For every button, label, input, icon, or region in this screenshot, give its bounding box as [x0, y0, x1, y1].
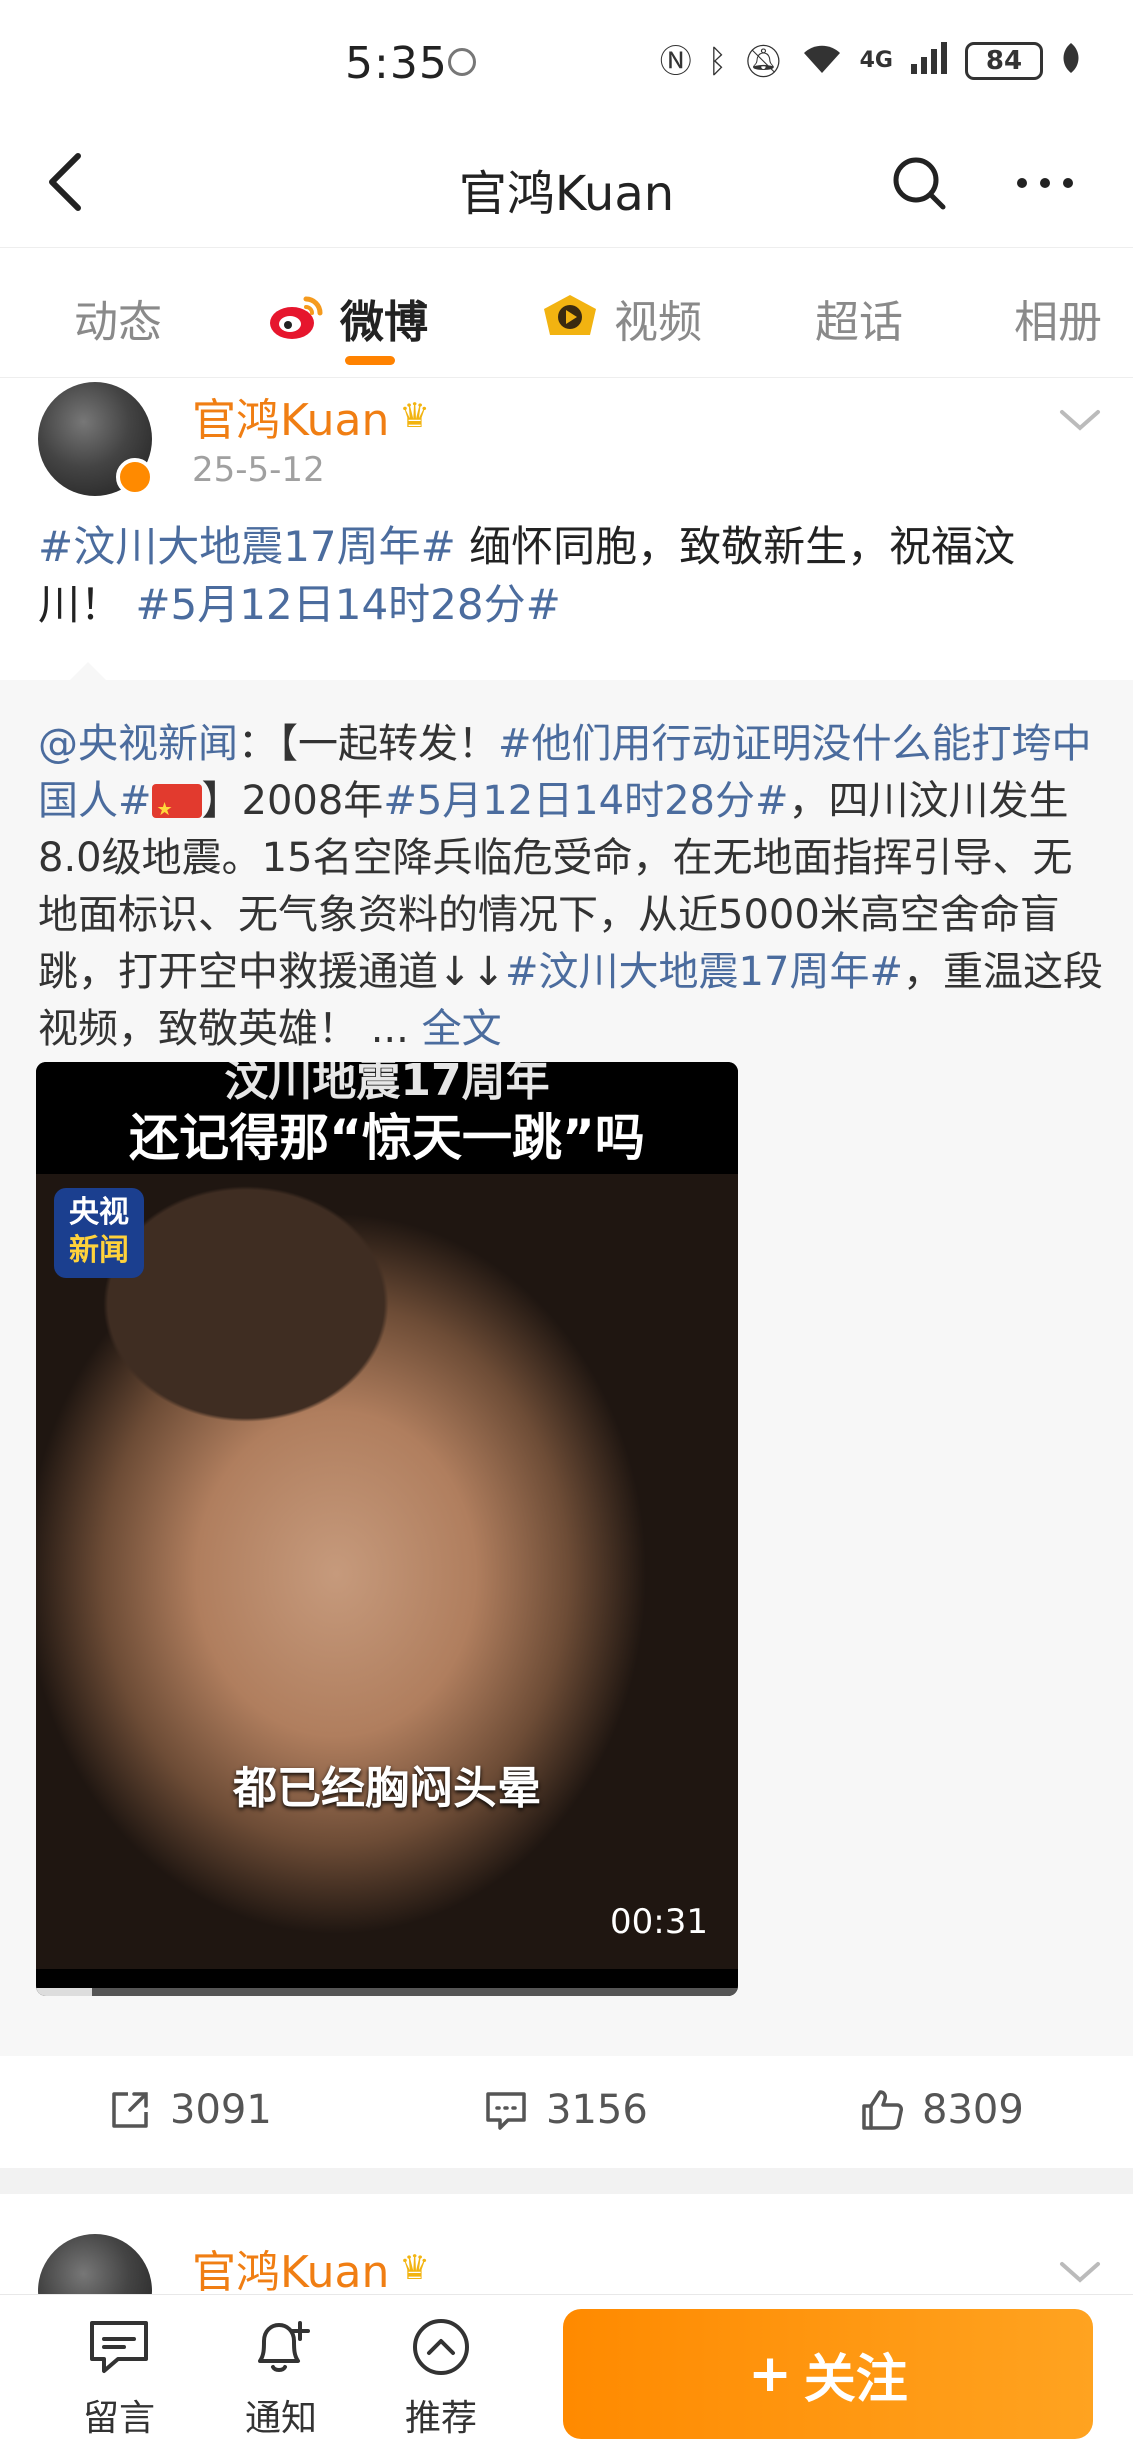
post-date: 25-5-12 — [192, 450, 325, 490]
leaf-icon — [1059, 41, 1083, 80]
weibo-post[interactable]: 官鸿Kuan ♛ 25-5-12 #汶川大地震17周年# 缅怀同胞，致敬新生，祝… — [0, 378, 1133, 2168]
video-badge-icon — [544, 295, 596, 335]
weibo-post[interactable]: 官鸿Kuan ♛ — [0, 2194, 1133, 2348]
more-button[interactable] — [1010, 152, 1080, 214]
full-text-link[interactable]: 全文 — [422, 1006, 502, 1052]
cctv-news-logo: 央视 新闻 — [54, 1188, 144, 1278]
chevron-down-icon — [1060, 2262, 1100, 2283]
follow-label: 关注 — [803, 2349, 908, 2410]
tab-label: 超话 — [815, 297, 903, 348]
bell-plus-icon — [258, 2321, 310, 2372]
video-frame — [36, 1174, 738, 1969]
tab-label: 微博 — [340, 297, 428, 348]
follow-button[interactable]: + 关注 — [563, 2309, 1093, 2439]
post-author[interactable]: 官鸿Kuan ♛ — [192, 2236, 430, 2300]
tab-video[interactable]: 视频 — [540, 286, 702, 350]
message-label: 留言 — [82, 2398, 155, 2439]
notify-label: 通知 — [244, 2398, 317, 2439]
crown-icon: ♛ — [399, 396, 430, 436]
message-button[interactable]: 留言 — [64, 2313, 174, 2441]
topic-link[interactable]: #汶川大地震17周年# — [505, 949, 903, 995]
tab-dynamics[interactable]: 动态 — [74, 286, 162, 350]
weibo-logo-icon — [270, 296, 323, 339]
video-subtitle: 都已经胸闷头晕 — [233, 1763, 541, 1814]
recommend-label: 推荐 — [404, 2398, 477, 2439]
bottom-action-bar: 留言 通知 推荐 + 关注 — [0, 2294, 1133, 2453]
repost-text-part: ：【一起转发！ — [238, 721, 498, 767]
tab-super-topic[interactable]: 超话 — [815, 286, 903, 350]
post-menu-button[interactable] — [1058, 2250, 1102, 2294]
repost-text: @央视新闻：【一起转发！#他们用行动证明没什么能打垮中国人#】2008年#5月1… — [38, 716, 1108, 1058]
post-author[interactable]: 官鸿Kuan ♛ — [192, 384, 430, 448]
recommend-button[interactable]: 推荐 — [386, 2313, 496, 2441]
tab-label: 视频 — [614, 297, 702, 348]
tab-album[interactable]: 相册 — [1014, 286, 1102, 350]
app-header: 官鸿Kuan — [0, 120, 1133, 248]
logo-line1: 央视 — [69, 1195, 129, 1230]
more-dots-icon — [1017, 178, 1073, 188]
status-icons: Ⓝ ᛒ 🔕︎ 4G 84 — [660, 40, 1083, 81]
mention-link[interactable]: @央视新闻 — [38, 721, 238, 767]
feed-divider — [0, 2168, 1133, 2194]
alarm-icon — [448, 48, 476, 76]
active-tab-indicator — [345, 356, 395, 365]
battery-icon: 84 — [965, 41, 1043, 80]
topic-link[interactable]: #5月12日14时28分# — [383, 778, 788, 824]
author-name: 官鸿Kuan — [192, 2247, 390, 2298]
bluetooth-icon: ᛒ — [707, 41, 727, 80]
video-progress-bar[interactable] — [36, 1988, 738, 1996]
tab-label: 相册 — [1014, 297, 1102, 348]
search-button[interactable] — [888, 152, 950, 214]
repost-button[interactable]: 3091 — [106, 2086, 272, 2134]
tab-label: 动态 — [74, 297, 162, 348]
nfc-icon: Ⓝ — [659, 41, 692, 80]
topic-link[interactable]: #汶川大地震17周年# — [38, 522, 456, 571]
network-type: 4G — [859, 47, 893, 73]
chevron-up-circle-icon — [413, 2319, 469, 2375]
plus-icon: + — [748, 2344, 792, 2404]
message-icon — [90, 2321, 148, 2373]
crown-icon: ♛ — [399, 2248, 430, 2288]
china-flag-icon — [151, 781, 202, 838]
post-menu-button[interactable] — [1058, 398, 1102, 442]
author-name: 官鸿Kuan — [192, 395, 390, 446]
repost-count: 3091 — [170, 2087, 272, 2133]
post-text: #汶川大地震17周年# 缅怀同胞，致敬新生，祝福汶川！ #5月12日14时28分… — [38, 518, 1098, 634]
video-duration: 00:31 — [610, 1902, 708, 1942]
status-bar: 5:35 Ⓝ ᛒ 🔕︎ 4G 84 — [0, 0, 1133, 120]
video-title-band: 汶川地震17周年 还记得那“惊天一跳”吗 — [36, 1062, 738, 1174]
search-icon — [893, 157, 946, 210]
comment-count: 3156 — [546, 2087, 648, 2133]
ellipsis: ... — [370, 1006, 422, 1052]
post-actions: 3091 3156 8309 — [0, 2056, 1133, 2166]
thumbs-up-icon — [862, 2090, 903, 2130]
repost-notch — [70, 662, 106, 680]
tab-weibo[interactable]: 微博 — [268, 286, 428, 350]
wifi-icon — [800, 41, 844, 80]
logo-line2: 新闻 — [69, 1233, 129, 1268]
comment-icon — [486, 2092, 526, 2130]
chevron-down-icon — [1060, 410, 1100, 431]
profile-tabs: 动态 微博 视频 超话 相册 — [0, 248, 1133, 378]
like-count: 8309 — [922, 2087, 1024, 2133]
reposted-content[interactable]: @央视新闻：【一起转发！#他们用行动证明没什么能打垮中国人#】2008年#5月1… — [0, 662, 1133, 2056]
video-caption-main: 还记得那“惊天一跳”吗 — [129, 1109, 645, 1167]
topic-link[interactable]: #5月12日14时28分# — [135, 580, 560, 629]
status-time: 5:35 — [345, 38, 448, 89]
repost-text-part: 】2008年 — [201, 778, 384, 824]
verified-badge-icon — [116, 458, 154, 496]
signal-icon — [909, 40, 949, 81]
video-player[interactable]: 汶川地震17周年 还记得那“惊天一跳”吗 央视 新闻 都已经胸闷头晕 00:31 — [36, 1062, 738, 1996]
video-progress-fill — [36, 1988, 93, 1996]
notify-button[interactable]: 通知 — [226, 2313, 336, 2441]
like-button[interactable]: 8309 — [858, 2086, 1024, 2134]
mute-bell-icon: 🔕︎ — [743, 41, 784, 80]
share-icon — [112, 2092, 148, 2128]
comment-button[interactable]: 3156 — [482, 2086, 648, 2134]
page-title: 官鸿Kuan — [458, 166, 675, 222]
